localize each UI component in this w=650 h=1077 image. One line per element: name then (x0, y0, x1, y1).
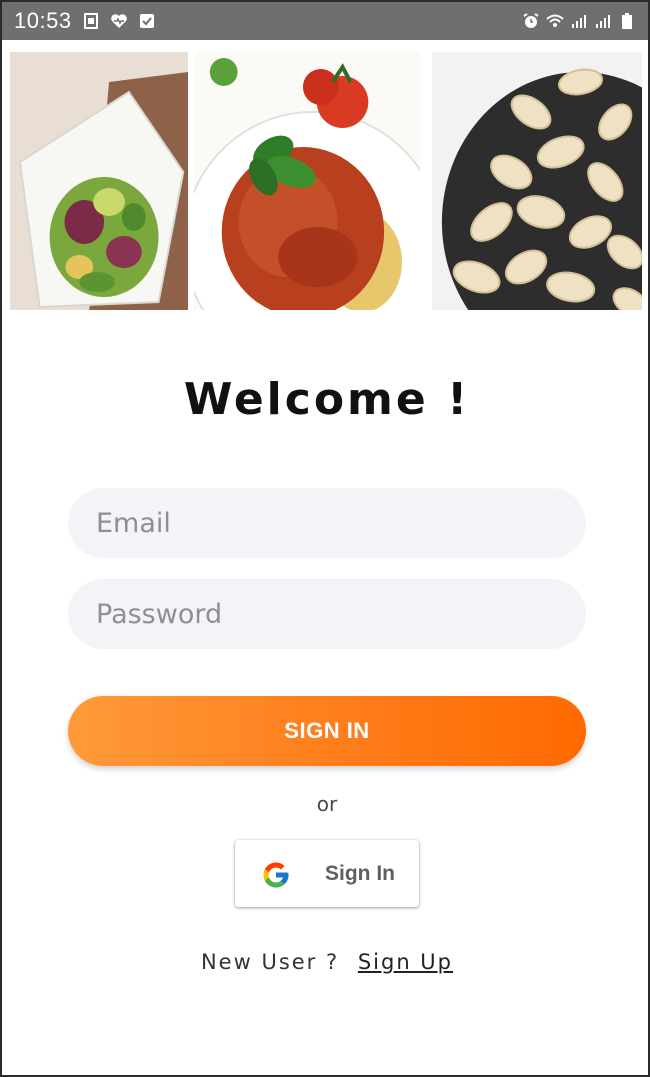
or-divider-text: or (316, 792, 338, 816)
status-time: 10:53 (14, 8, 72, 33)
new-user-text: New User ? (200, 950, 340, 974)
salad-image (10, 52, 189, 310)
signal-icon (570, 12, 588, 30)
wifi-icon (546, 12, 564, 30)
sim-card-icon (82, 12, 100, 30)
google-icon (261, 860, 291, 890)
sign-in-button[interactable]: SIGN IN (68, 696, 586, 766)
sign-in-label: SIGN IN (284, 718, 370, 743)
cashews-image (432, 52, 643, 310)
password-field[interactable] (68, 579, 586, 649)
battery-icon (618, 12, 636, 30)
pasta-bolognese-image (194, 52, 421, 310)
status-bar: 10:53 (2, 2, 648, 40)
app-frame: 10:53 Welcome ! Email SIGN IN or Sign In… (0, 0, 650, 1077)
alarm-icon (522, 12, 540, 30)
food-banner (10, 52, 643, 310)
google-sign-in-button[interactable]: Sign In (235, 840, 419, 907)
heart-icon (110, 12, 128, 30)
signal-icon (594, 12, 612, 30)
checkbox-icon (138, 12, 156, 30)
email-field[interactable] (68, 488, 586, 558)
welcome-title: Welcome ! (183, 374, 471, 425)
sign-up-link[interactable]: Sign Up (358, 950, 453, 974)
signup-prompt: New User ? Sign Up (2, 950, 648, 974)
google-sign-in-label: Sign In (325, 862, 395, 885)
